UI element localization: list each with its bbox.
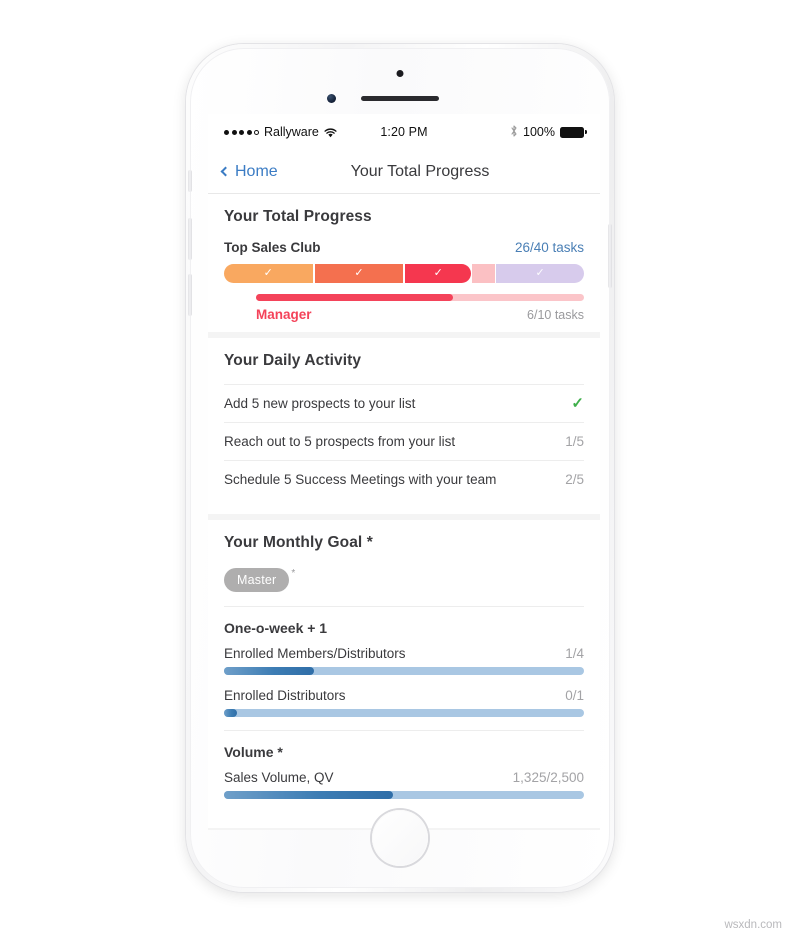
check-icon: ✓ — [433, 267, 443, 279]
activity-item-2[interactable]: Reach out to 5 prospects from your list … — [224, 422, 584, 460]
metric-row: Sales Volume, QV 1,325/2,500 — [224, 770, 584, 785]
total-progress-heading: Your Total Progress — [224, 208, 372, 225]
top-sales-club-tasks: 26/40 tasks — [514, 240, 584, 255]
progress-segment-4: ✓ — [496, 264, 584, 283]
monthly-goal-badge-row: Master * — [224, 566, 584, 606]
metric-progress-fill — [224, 791, 394, 799]
segmented-progress-bar: ✓ ✓ ✓ ✓ — [224, 264, 584, 283]
activity-label: Add 5 new prospects to your list — [224, 396, 416, 411]
metric-enrolled-members: Enrolled Members/Distributors 1/4 — [224, 646, 584, 675]
monthly-goal-card: Your Monthly Goal * Master * One-o-week … — [208, 520, 600, 828]
screenshot-stage: Rallyware 1:20 PM 100% Home Your Total P… — [0, 0, 800, 941]
volume-up-button[interactable] — [188, 218, 192, 260]
metric-progress-track — [224, 709, 584, 717]
scroll-content[interactable]: Your Total Progress Top Sales Club 26/40… — [208, 194, 600, 830]
top-sales-club-row: Top Sales Club 26/40 tasks — [224, 240, 584, 255]
manager-progress-block: Manager 6/10 tasks — [256, 294, 584, 322]
metric-label: Enrolled Distributors — [224, 688, 346, 703]
daily-activity-heading: Your Daily Activity — [224, 352, 362, 369]
goal-group-title-2: Volume * — [224, 730, 584, 760]
metric-value: 1,325/2,500 — [512, 770, 584, 785]
metric-progress-track — [224, 667, 584, 675]
top-sales-club-label: Top Sales Club — [224, 240, 321, 255]
progress-segment-1: ✓ — [224, 264, 313, 283]
progress-segment-3: ✓ — [405, 264, 471, 283]
progress-segment-gap — [472, 264, 495, 283]
check-icon: ✓ — [571, 395, 584, 412]
iphone-device-frame: Rallyware 1:20 PM 100% Home Your Total P… — [186, 44, 614, 892]
metric-label: Sales Volume, QV — [224, 770, 334, 785]
monthly-goal-heading: Your Monthly Goal * — [224, 534, 373, 551]
battery-icon — [560, 126, 588, 138]
metric-row: Enrolled Members/Distributors 1/4 — [224, 646, 584, 661]
navigation-bar: Home Your Total Progress — [208, 150, 600, 194]
metric-value: 0/1 — [565, 688, 584, 703]
manager-progress-labels: Manager 6/10 tasks — [256, 307, 584, 322]
goal-group-title-1: One-o-week + 1 — [224, 606, 584, 636]
status-bar: Rallyware 1:20 PM 100% — [208, 114, 600, 150]
metric-progress-fill — [224, 709, 237, 717]
signal-strength-icon — [224, 129, 259, 135]
activity-item-1[interactable]: Add 5 new prospects to your list ✓ — [224, 384, 584, 422]
power-button[interactable] — [608, 224, 612, 288]
status-bar-left: Rallyware — [224, 125, 380, 139]
badge-asterisk: * — [291, 568, 296, 579]
wifi-icon — [324, 127, 337, 138]
activity-label: Schedule 5 Success Meetings with your te… — [224, 472, 497, 487]
chevron-left-icon — [220, 166, 231, 176]
metric-progress-track — [224, 791, 584, 799]
metric-row: Enrolled Distributors 0/1 — [224, 688, 584, 703]
home-button[interactable] — [372, 810, 428, 866]
volume-down-button[interactable] — [188, 274, 192, 316]
iphone-body: Rallyware 1:20 PM 100% Home Your Total P… — [188, 48, 612, 888]
activity-label: Reach out to 5 prospects from your list — [224, 434, 456, 449]
battery-percent: 100% — [523, 125, 556, 139]
metric-label: Enrolled Members/Distributors — [224, 646, 406, 661]
metric-enrolled-distributors: Enrolled Distributors 0/1 — [224, 688, 584, 717]
check-icon: ✓ — [535, 267, 545, 279]
page-title: Your Total Progress — [350, 162, 490, 180]
proximity-sensor-icon — [396, 70, 404, 77]
metric-progress-fill — [224, 667, 314, 675]
silent-switch[interactable] — [188, 170, 192, 192]
metric-sales-volume: Sales Volume, QV 1,325/2,500 — [224, 770, 584, 799]
check-icon: ✓ — [263, 267, 273, 279]
watermark: wsxdn.com — [724, 919, 782, 931]
back-button-label: Home — [235, 162, 278, 180]
daily-activity-card: Your Daily Activity Add 5 new prospects … — [208, 338, 600, 514]
status-bar-right: 100% — [428, 125, 588, 139]
bluetooth-icon — [510, 125, 518, 139]
earpiece-speaker — [361, 96, 439, 101]
activity-value: 2/5 — [565, 472, 584, 487]
manager-progress-fill — [256, 294, 453, 301]
phone-screen: Rallyware 1:20 PM 100% Home Your Total P… — [208, 114, 600, 830]
total-progress-card: Your Total Progress Top Sales Club 26/40… — [208, 194, 600, 332]
front-camera-icon — [327, 94, 336, 103]
activity-value: 1/5 — [565, 434, 584, 449]
check-icon: ✓ — [354, 267, 364, 279]
activity-item-3[interactable]: Schedule 5 Success Meetings with your te… — [224, 460, 584, 498]
back-button[interactable]: Home — [220, 162, 278, 181]
metric-value: 1/4 — [565, 646, 584, 661]
manager-progress-track — [256, 294, 584, 301]
status-bar-time: 1:20 PM — [380, 125, 428, 139]
carrier-name: Rallyware — [264, 125, 319, 139]
manager-tier-tasks: 6/10 tasks — [527, 308, 584, 322]
status-badge[interactable]: Master — [224, 568, 290, 592]
manager-tier-name: Manager — [256, 307, 312, 322]
progress-segment-2: ✓ — [314, 264, 404, 283]
